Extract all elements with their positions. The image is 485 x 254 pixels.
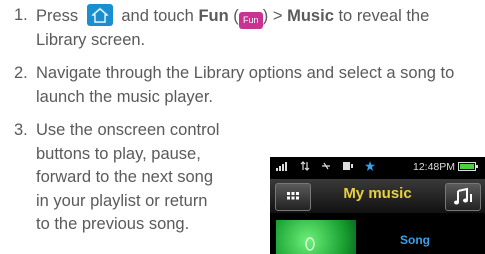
paren-close: ) > <box>262 7 283 25</box>
menu-grid-button[interactable] <box>275 183 311 211</box>
battery-icon <box>458 162 478 174</box>
step-3: 3. Use the onscreen control buttons to p… <box>14 119 264 237</box>
fun-label: Fun <box>198 7 229 25</box>
step-line: Use the onscreen control <box>36 121 220 139</box>
album-art-graphic <box>305 237 315 251</box>
usb-icon <box>320 161 332 174</box>
paren-open: ( <box>233 7 239 25</box>
phone-screenshot: 12:48PM My music Song <box>270 157 485 254</box>
sd-card-icon <box>342 161 354 174</box>
network-icon <box>300 161 310 174</box>
step-line: forward to the next song <box>36 168 214 186</box>
screen-title: My music <box>343 185 412 202</box>
song-title[interactable]: Song <box>400 233 430 247</box>
step-line: buttons to play, pause, <box>36 144 201 163</box>
clock: 12:48PM <box>413 161 456 173</box>
bluetooth-icon <box>365 161 375 174</box>
signal-icon <box>276 161 288 174</box>
home-icon <box>86 4 113 26</box>
music-label: Music <box>287 7 334 25</box>
step-text: Navigate through the Library options and… <box>36 64 455 106</box>
step-number: 1. <box>14 6 28 24</box>
status-bar: 12:48PM <box>270 157 485 177</box>
step-line: to the previous song. <box>36 215 190 233</box>
step-text: and touch <box>121 7 194 25</box>
grid-icon <box>287 192 299 200</box>
step-2: 2. Navigate through the Library options … <box>14 62 480 109</box>
step-number: 2. <box>14 64 28 82</box>
step-number: 3. <box>14 121 28 139</box>
now-playing-button[interactable] <box>445 183 481 211</box>
album-art[interactable] <box>276 220 356 254</box>
music-note-icon <box>454 187 472 205</box>
fun-app-icon: Fun <box>238 12 263 29</box>
step-line: in your playlist or return <box>36 191 208 210</box>
step-text: Press <box>36 7 79 25</box>
step-1: 1. Press and touch Fun (Fun) > Music to … <box>14 4 480 53</box>
